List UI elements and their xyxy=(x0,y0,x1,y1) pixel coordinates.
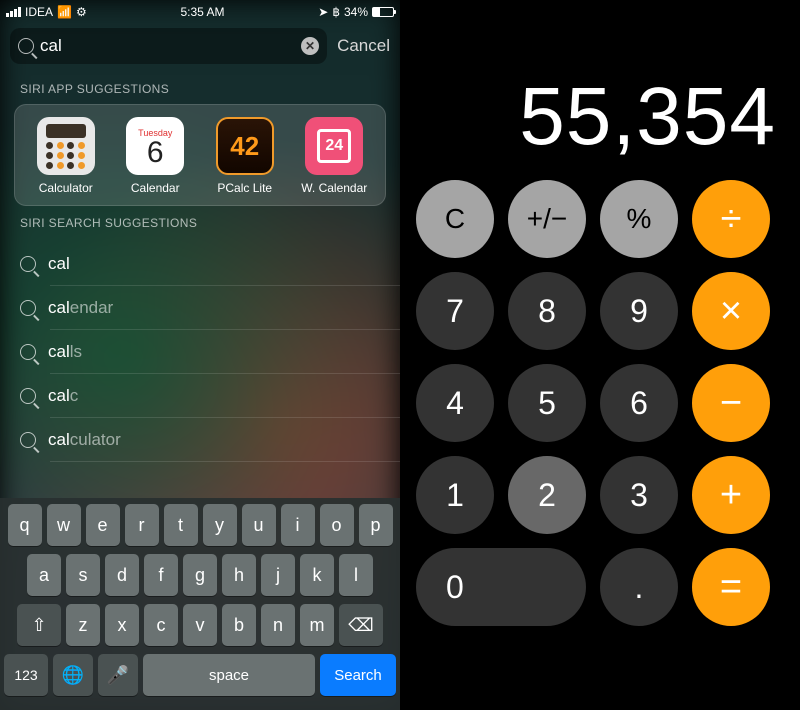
calendar-app-icon: Tuesday 6 xyxy=(126,117,184,175)
key-i[interactable]: i xyxy=(281,504,315,546)
keyboard: q w e r t y u i o p a s d f g h j k l xyxy=(0,498,400,710)
suggestion-row[interactable]: calculator xyxy=(0,418,400,462)
key-a[interactable]: a xyxy=(27,554,61,596)
app-pcalc[interactable]: 42 PCalc Lite xyxy=(202,117,288,195)
search-icon xyxy=(20,432,36,448)
calc-8-button[interactable]: 8 xyxy=(508,272,586,350)
app-label: PCalc Lite xyxy=(217,181,272,195)
key-k[interactable]: k xyxy=(300,554,334,596)
loading-icon: ⚙ xyxy=(76,5,87,19)
calc-2-button[interactable]: 2 xyxy=(508,456,586,534)
status-bar: IDEA 📶 ⚙ 5:35 AM ➤ ฿ 34% xyxy=(0,0,400,22)
search-icon xyxy=(18,38,34,54)
key-e[interactable]: e xyxy=(86,504,120,546)
key-x[interactable]: x xyxy=(105,604,139,646)
key-backspace[interactable]: ⌫ xyxy=(339,604,383,646)
search-suggestions-list: cal calendar calls calc calculator xyxy=(0,238,400,462)
calc-0-button[interactable]: 0 xyxy=(416,548,586,626)
calc-multiply-button[interactable]: × xyxy=(692,272,770,350)
calc-subtract-button[interactable]: − xyxy=(692,364,770,442)
key-mic[interactable]: 🎤 xyxy=(98,654,138,696)
key-b[interactable]: b xyxy=(222,604,256,646)
key-t[interactable]: t xyxy=(164,504,198,546)
key-n[interactable]: n xyxy=(261,604,295,646)
app-label: W. Calendar xyxy=(301,181,367,195)
calc-9-button[interactable]: 9 xyxy=(600,272,678,350)
search-input[interactable] xyxy=(40,36,295,56)
spotlight-screenshot: IDEA 📶 ⚙ 5:35 AM ➤ ฿ 34% ✕ Cancel SIRI A… xyxy=(0,0,400,710)
bluetooth-icon: ฿ xyxy=(332,5,340,19)
location-icon: ➤ xyxy=(318,5,328,19)
suggestion-row[interactable]: calc xyxy=(0,374,400,418)
key-u[interactable]: u xyxy=(242,504,276,546)
app-suggestions-header: SIRI APP SUGGESTIONS xyxy=(0,72,400,104)
search-suggestions-header: SIRI SEARCH SUGGESTIONS xyxy=(0,206,400,238)
display-value: 55,354 xyxy=(519,70,776,164)
wcalendar-app-icon: 24 xyxy=(305,117,363,175)
key-c[interactable]: c xyxy=(144,604,178,646)
search-icon xyxy=(20,300,36,316)
key-o[interactable]: o xyxy=(320,504,354,546)
key-m[interactable]: m xyxy=(300,604,334,646)
key-h[interactable]: h xyxy=(222,554,256,596)
key-globe[interactable]: 🌐 xyxy=(53,654,93,696)
calc-5-button[interactable]: 5 xyxy=(508,364,586,442)
calc-6-button[interactable]: 6 xyxy=(600,364,678,442)
key-z[interactable]: z xyxy=(66,604,100,646)
key-l[interactable]: l xyxy=(339,554,373,596)
cancel-button[interactable]: Cancel xyxy=(337,36,390,56)
battery-icon xyxy=(372,7,394,17)
suggestion-row[interactable]: calendar xyxy=(0,286,400,330)
pcalc-app-icon: 42 xyxy=(216,117,274,175)
app-label: Calculator xyxy=(39,181,93,195)
calc-7-button[interactable]: 7 xyxy=(416,272,494,350)
clock: 5:35 AM xyxy=(180,5,224,19)
key-r[interactable]: r xyxy=(125,504,159,546)
carrier-label: IDEA xyxy=(25,5,53,19)
calc-4-button[interactable]: 4 xyxy=(416,364,494,442)
calc-add-button[interactable]: + xyxy=(692,456,770,534)
calculator-app-icon xyxy=(37,117,95,175)
suggestion-row[interactable]: calls xyxy=(0,330,400,374)
key-123[interactable]: 123 xyxy=(4,654,48,696)
calculator-app: 55,354 C +/− % ÷ 7 8 9 × 4 5 6 − 1 2 3 +… xyxy=(400,0,800,710)
key-f[interactable]: f xyxy=(144,554,178,596)
key-q[interactable]: q xyxy=(8,504,42,546)
search-icon xyxy=(20,256,36,272)
key-v[interactable]: v xyxy=(183,604,217,646)
suggestion-row[interactable]: cal xyxy=(0,242,400,286)
calc-equals-button[interactable]: = xyxy=(692,548,770,626)
search-field[interactable]: ✕ xyxy=(10,28,327,64)
wifi-icon: 📶 xyxy=(57,5,72,19)
key-g[interactable]: g xyxy=(183,554,217,596)
calc-decimal-button[interactable]: . xyxy=(600,548,678,626)
search-icon xyxy=(20,388,36,404)
key-p[interactable]: p xyxy=(359,504,393,546)
battery-percent: 34% xyxy=(344,5,368,19)
signal-icon xyxy=(6,7,21,17)
key-shift[interactable]: ⇧ xyxy=(17,604,61,646)
key-s[interactable]: s xyxy=(66,554,100,596)
app-wcalendar[interactable]: 24 W. Calendar xyxy=(291,117,377,195)
key-space[interactable]: space xyxy=(143,654,315,696)
app-calculator[interactable]: Calculator xyxy=(23,117,109,195)
key-j[interactable]: j xyxy=(261,554,295,596)
key-y[interactable]: y xyxy=(203,504,237,546)
key-search[interactable]: Search xyxy=(320,654,396,696)
calc-1-button[interactable]: 1 xyxy=(416,456,494,534)
calc-clear-button[interactable]: C xyxy=(416,180,494,258)
app-calendar[interactable]: Tuesday 6 Calendar xyxy=(112,117,198,195)
calculator-keypad: C +/− % ÷ 7 8 9 × 4 5 6 − 1 2 3 + 0 . = xyxy=(400,180,800,710)
key-w[interactable]: w xyxy=(47,504,81,546)
calc-sign-button[interactable]: +/− xyxy=(508,180,586,258)
calculator-display: 55,354 xyxy=(400,0,800,180)
search-icon xyxy=(20,344,36,360)
app-label: Calendar xyxy=(131,181,180,195)
key-d[interactable]: d xyxy=(105,554,139,596)
clear-icon[interactable]: ✕ xyxy=(301,37,319,55)
calc-divide-button[interactable]: ÷ xyxy=(692,180,770,258)
app-suggestions-card: Calculator Tuesday 6 Calendar 42 PCalc L… xyxy=(14,104,386,206)
calc-3-button[interactable]: 3 xyxy=(600,456,678,534)
calc-percent-button[interactable]: % xyxy=(600,180,678,258)
